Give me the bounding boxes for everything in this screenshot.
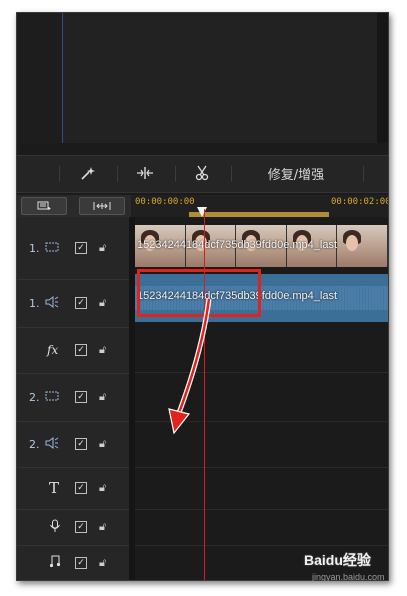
watermark: Baidu经验 jingyan.baidu.com — [300, 550, 400, 594]
watermark-brand: Baidu经验 — [304, 552, 371, 568]
editor-window: 修复/增强 00:00:00:00 00:00:02:00 1. ✓ 🔓︎ 1.… — [16, 12, 389, 581]
watermark-url: jingyan.baidu.com — [312, 572, 385, 582]
annotation-arrow-icon — [168, 298, 212, 435]
